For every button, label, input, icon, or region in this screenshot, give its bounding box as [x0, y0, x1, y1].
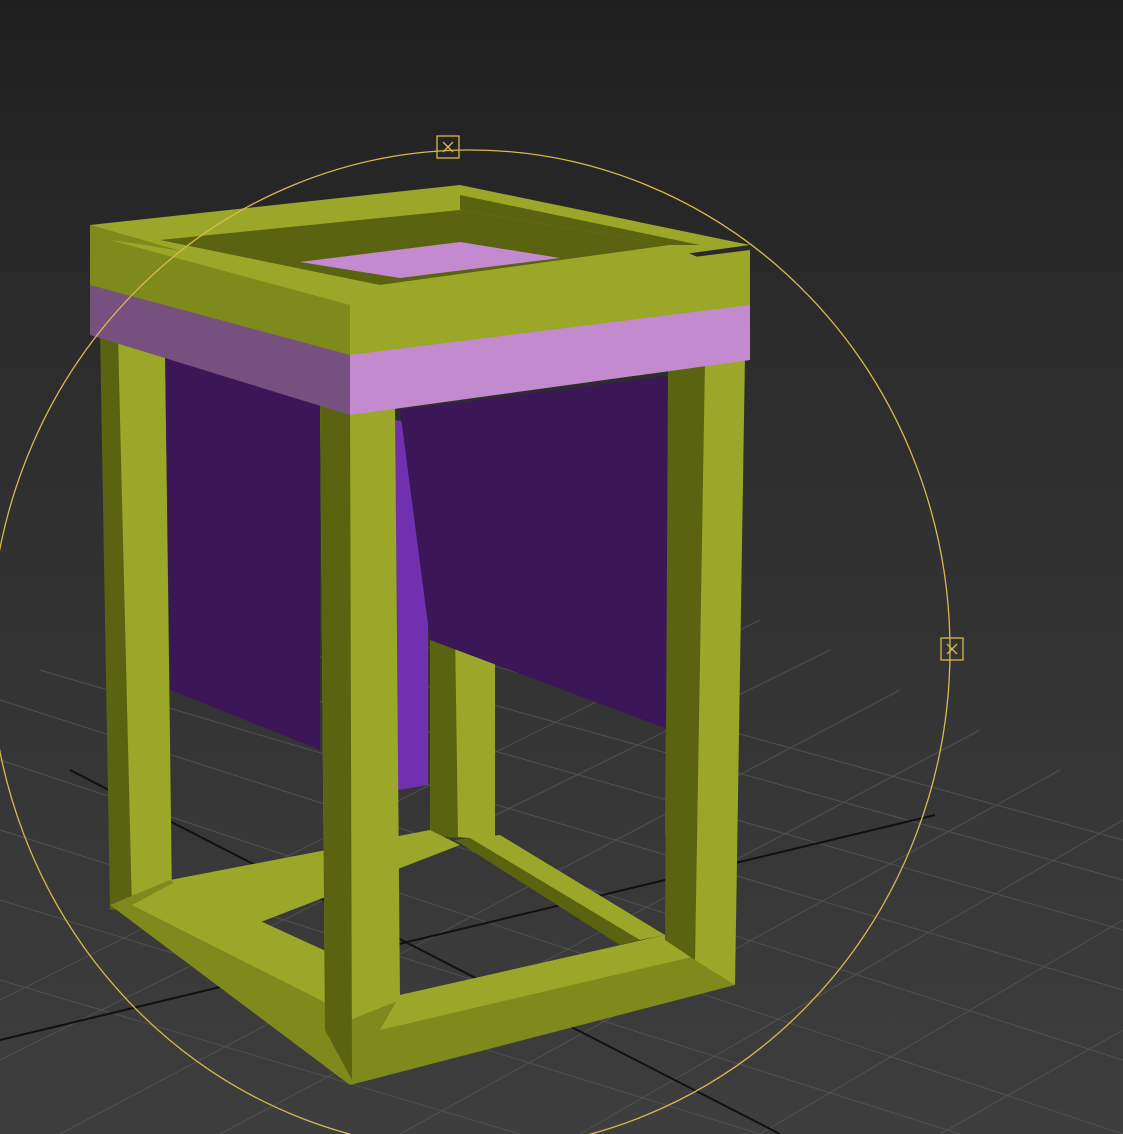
rotate-handle-top[interactable]: [436, 135, 460, 159]
back-center-leg-shade[interactable]: [430, 620, 458, 838]
left-side-panel[interactable]: [165, 355, 320, 750]
bottom-rail-back-right-shade[interactable]: [455, 838, 640, 945]
viewport-scene[interactable]: [0, 0, 1123, 1134]
3d-perspective-viewport[interactable]: [0, 0, 1123, 1134]
rotate-handle-right[interactable]: [940, 637, 964, 661]
front-center-leg-shade[interactable]: [320, 400, 352, 1080]
